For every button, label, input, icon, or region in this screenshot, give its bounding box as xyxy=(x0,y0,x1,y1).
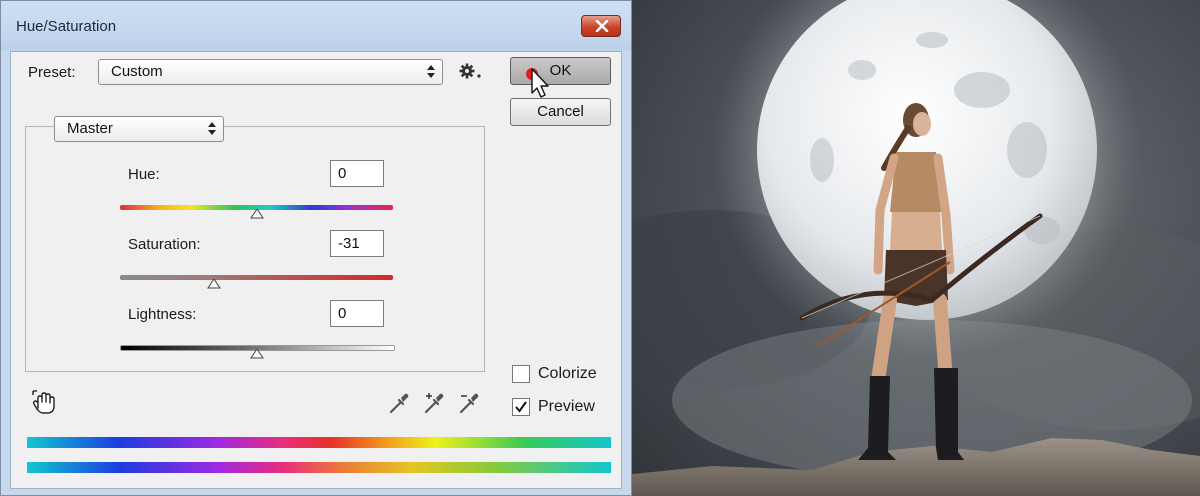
preset-label: Preset: xyxy=(28,64,76,81)
canvas-photo xyxy=(632,0,1200,496)
channel-value: Master xyxy=(67,120,113,137)
preview-checkbox[interactable] xyxy=(512,398,530,416)
cancel-button-label: Cancel xyxy=(537,103,584,120)
preset-select[interactable]: Custom xyxy=(98,59,443,85)
hue-input[interactable]: 0 xyxy=(330,160,384,187)
cancel-button[interactable]: Cancel xyxy=(510,98,611,126)
window-title: Hue/Saturation xyxy=(16,18,117,35)
input-color-bar xyxy=(27,437,611,448)
cursor-pointer-icon xyxy=(526,68,549,98)
eyedropper-icon[interactable] xyxy=(387,390,413,416)
hue-value: 0 xyxy=(338,165,347,182)
select-arrows-icon xyxy=(427,65,435,79)
hand-icon[interactable] xyxy=(29,387,57,415)
saturation-slider-thumb[interactable] xyxy=(207,279,222,289)
colorize-label: Colorize xyxy=(538,365,597,382)
gear-icon[interactable] xyxy=(459,63,485,81)
select-arrows-icon xyxy=(208,122,216,136)
colorize-checkbox[interactable] xyxy=(512,365,530,383)
lightness-label: Lightness: xyxy=(128,306,197,323)
close-icon xyxy=(595,20,609,32)
hue-label: Hue: xyxy=(128,166,160,183)
eyedropper-minus-icon[interactable] xyxy=(457,390,483,416)
hue-saturation-dialog: Hue/Saturation Preset: Custom OK Cancel … xyxy=(0,0,632,496)
channel-select[interactable]: Master xyxy=(54,116,224,142)
preset-value: Custom xyxy=(111,63,163,80)
saturation-label: Saturation: xyxy=(128,236,201,253)
hue-slider-thumb[interactable] xyxy=(249,209,264,219)
title-bar[interactable]: Hue/Saturation xyxy=(1,1,631,51)
lightness-input[interactable]: 0 xyxy=(330,300,384,327)
close-button[interactable] xyxy=(581,15,621,37)
eyedropper-plus-icon[interactable] xyxy=(422,390,448,416)
lightness-slider-thumb[interactable] xyxy=(249,349,264,359)
lightness-value: 0 xyxy=(338,305,347,322)
saturation-value: -31 xyxy=(338,235,360,252)
photo-illustration xyxy=(632,0,1200,496)
saturation-input[interactable]: -31 xyxy=(330,230,384,257)
saturation-slider-track[interactable] xyxy=(120,275,393,280)
output-color-bar xyxy=(27,462,611,473)
checkmark-icon xyxy=(515,401,527,413)
adjustment-group xyxy=(25,126,485,372)
preview-label: Preview xyxy=(538,398,595,415)
